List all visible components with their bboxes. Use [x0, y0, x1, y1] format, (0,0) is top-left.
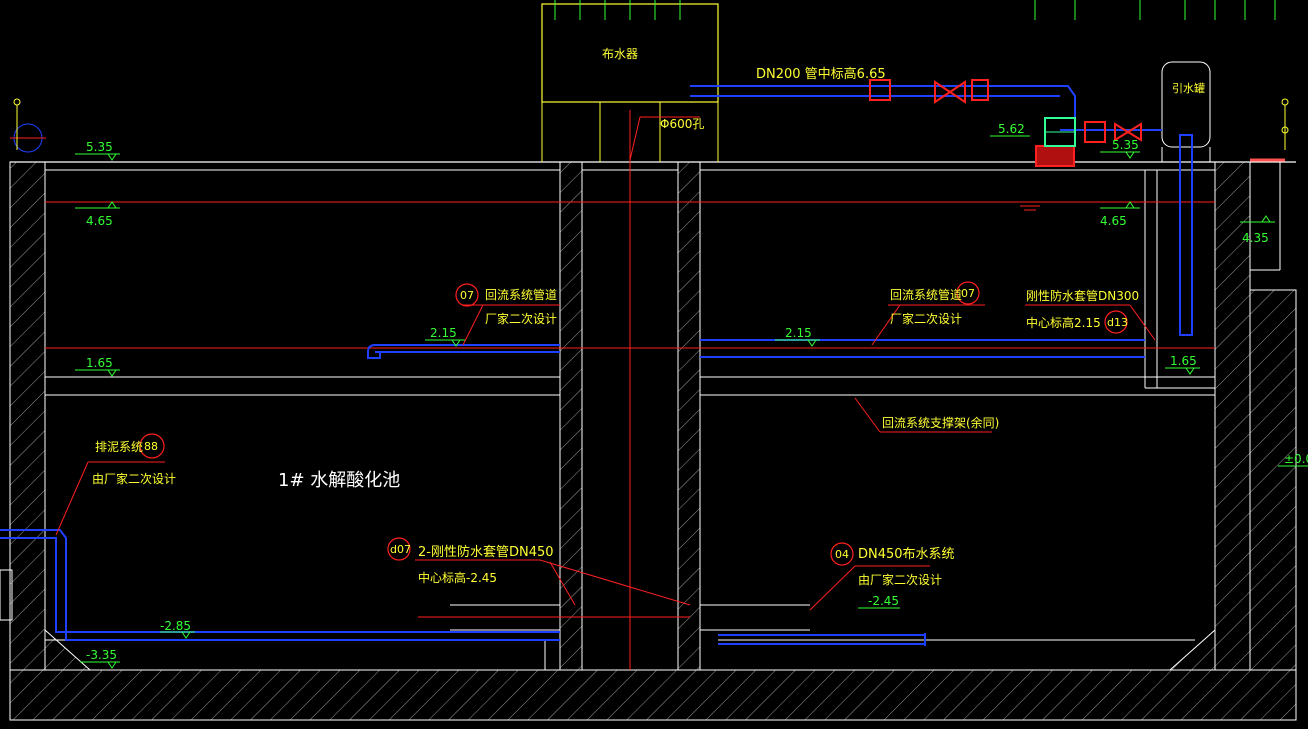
elev-535-left: 5.35 — [86, 140, 113, 154]
grid-ticks — [554, 0, 1276, 20]
dn200-pipe-label: DN200 管中标高6.65 — [756, 66, 886, 82]
left-edge-symbols — [0, 98, 1289, 621]
tank-internals — [45, 110, 1216, 671]
rigid-sleeve-dn450-label: 2-刚性防水套管DN450 — [418, 544, 554, 560]
leader-lines — [55, 116, 1156, 618]
elev-535-right: 5.35 — [1112, 138, 1139, 152]
dn450-distribution-label: DN450布水系统 — [858, 547, 955, 562]
section-drawing: 布水器 引水罐 5.35 4.65 2.15 1.65 -2.85 -3.35 … — [0, 0, 1308, 721]
tag-88: 88 — [144, 440, 158, 453]
sludge-system-sub: 由厂家二次设计 — [92, 471, 176, 486]
diverter-tank: 引水罐 — [1161, 61, 1211, 336]
elev-465-left: 4.65 — [86, 214, 113, 228]
water-distributor-label: 布水器 — [602, 47, 638, 61]
tag-07-right: 07 — [961, 287, 975, 300]
return-pipe-right-sub: 厂家二次设计 — [890, 311, 962, 326]
elev-245: -2.45 — [868, 594, 899, 608]
elev-465-right: 4.65 — [1100, 214, 1127, 228]
concrete-structure — [9, 158, 1297, 721]
tag-04: 04 — [835, 548, 849, 561]
tag-07-left: 07 — [460, 289, 474, 302]
elev-562: 5.62 — [998, 122, 1025, 136]
elev-335: -3.35 — [86, 648, 117, 662]
dn450-distribution-sub: 由厂家二次设计 — [858, 572, 942, 587]
return-pipe-right-label: 回流系统管道 — [890, 287, 962, 302]
elev-215-left: 2.15 — [430, 326, 457, 340]
tag-d07: d07 — [390, 543, 411, 556]
diverter-tank-label: 引水罐 — [1172, 81, 1205, 95]
sludge-system-label: 排泥系统 — [95, 440, 143, 454]
elev-000: ±0.0 — [1284, 452, 1308, 466]
return-pipe-left-sub: 厂家二次设计 — [485, 311, 557, 326]
tag-13: d13 — [1107, 316, 1128, 329]
elev-285: -2.85 — [160, 619, 191, 633]
main-tank-label: 1# 水解酸化池 — [278, 470, 400, 491]
elev-215-right: 2.15 — [785, 326, 812, 340]
elev-165-left: 1.65 — [86, 356, 113, 370]
rigid-sleeve-dn450-sub: 中心标高-2.45 — [418, 570, 497, 585]
hole-600-label: Φ600孔 — [660, 117, 704, 131]
return-support-label: 回流系统支撑架(余同) — [882, 415, 999, 430]
elev-165-right: 1.65 — [1170, 354, 1197, 368]
elev-435: 4.35 — [1242, 231, 1269, 245]
return-pipe-left-label: 回流系统管道 — [485, 287, 557, 302]
rigid-sleeve-dn300-label: 刚性防水套管DN300 — [1026, 288, 1139, 303]
rigid-sleeve-dn300-sub: 中心标高2.15 — [1026, 315, 1101, 330]
pump — [1044, 117, 1076, 147]
